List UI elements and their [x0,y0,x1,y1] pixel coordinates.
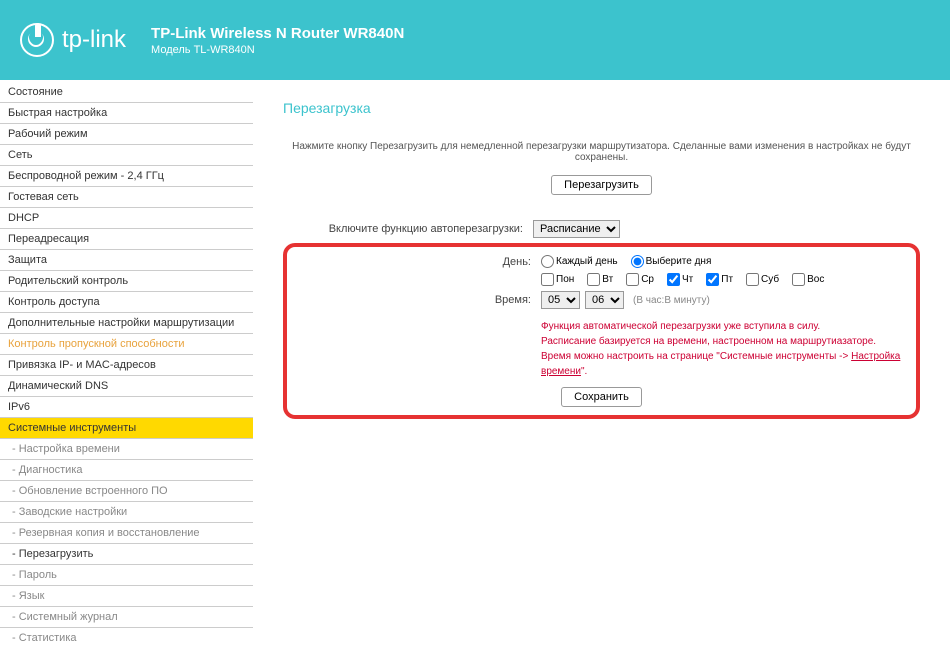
notice-line2: Расписание базируется на времени, настро… [541,334,912,349]
sidebar-item-access[interactable]: Контроль доступа [0,292,253,313]
sidebar-item-stats[interactable]: - Статистика [0,628,253,648]
day-mode-select-radio[interactable] [631,255,644,268]
sidebar-item-factory[interactable]: - Заводские настройки [0,502,253,523]
sidebar-item-system-tools[interactable]: Системные инструменты [0,418,253,439]
day-sun-label: Вос [807,274,824,285]
day-sat-checkbox[interactable] [746,273,759,286]
sidebar-item-network[interactable]: Сеть [0,145,253,166]
info-text: Нажмите кнопку Перезагрузить для немедле… [283,141,920,163]
day-tue-label: Вт [602,274,613,285]
sidebar-item-routing[interactable]: Дополнительные настройки маршрутизации [0,313,253,334]
sidebar-item-diagnostics[interactable]: - Диагностика [0,460,253,481]
day-mode-everyday-radio[interactable] [541,255,554,268]
time-hour-select[interactable]: 05 [541,291,580,309]
sidebar-item-backup[interactable]: - Резервная копия и восстановление [0,523,253,544]
sidebar-item-firmware[interactable]: - Обновление встроенного ПО [0,481,253,502]
sidebar-item-time[interactable]: - Настройка времени [0,439,253,460]
day-wed-label: Ср [641,274,654,285]
logo-icon [20,23,54,57]
sidebar-item-reboot[interactable]: - Перезагрузить [0,544,253,565]
notice-line1: Функция автоматической перезагрузки уже … [541,319,912,334]
day-thu-label: Чт [682,274,693,285]
sidebar-item-ipv6[interactable]: IPv6 [0,397,253,418]
day-sun-checkbox[interactable] [792,273,805,286]
notice-line3: Время можно настроить на странице "Систе… [541,349,912,379]
sidebar-item-syslog[interactable]: - Системный журнал [0,607,253,628]
notice-block: Функция автоматической перезагрузки уже … [541,319,912,379]
page-title: Перезагрузка [283,100,920,116]
sidebar: Состояние Быстрая настройка Рабочий режи… [0,80,253,648]
day-fri-checkbox[interactable] [706,273,719,286]
day-fri-label: Пт [721,274,733,285]
sidebar-item-ip-mac[interactable]: Привязка IP- и MAC-адресов [0,355,253,376]
sidebar-item-status[interactable]: Состояние [0,82,253,103]
sidebar-item-language[interactable]: - Язык [0,586,253,607]
day-mon-checkbox[interactable] [541,273,554,286]
sidebar-item-quick-setup[interactable]: Быстрая настройка [0,103,253,124]
day-thu-checkbox[interactable] [667,273,680,286]
logo: tp-link [20,23,126,57]
sidebar-item-dhcp[interactable]: DHCP [0,208,253,229]
content: Перезагрузка Нажмите кнопку Перезагрузит… [253,80,950,648]
autoreboot-select[interactable]: Расписание [533,220,620,238]
day-sat-label: Суб [761,274,779,285]
sidebar-item-wireless[interactable]: Беспроводной режим - 2,4 ГГц [0,166,253,187]
time-hint: (В час:В минуту) [633,295,710,306]
time-min-select[interactable]: 06 [585,291,624,309]
autoreboot-label: Включите функцию автоперезагрузки: [283,223,533,235]
sidebar-item-working-mode[interactable]: Рабочий режим [0,124,253,145]
sidebar-item-ddns[interactable]: Динамический DNS [0,376,253,397]
sidebar-item-bandwidth[interactable]: Контроль пропускной способности [0,334,253,355]
save-button[interactable]: Сохранить [561,387,642,407]
router-title: TP-Link Wireless N Router WR840N [151,25,404,42]
day-tue-checkbox[interactable] [587,273,600,286]
day-label: День: [291,256,541,268]
sidebar-item-guest[interactable]: Гостевая сеть [0,187,253,208]
day-wed-checkbox[interactable] [626,273,639,286]
router-model: Модель TL-WR840N [151,44,404,56]
sidebar-item-forwarding[interactable]: Переадресация [0,229,253,250]
time-label: Время: [291,294,541,306]
title-block: TP-Link Wireless N Router WR840N Модель … [151,25,404,56]
day-mode-everyday-label: Каждый день [556,256,618,267]
sidebar-item-parental[interactable]: Родительский контроль [0,271,253,292]
sidebar-item-security[interactable]: Защита [0,250,253,271]
header: tp-link TP-Link Wireless N Router WR840N… [0,0,950,80]
day-mon-label: Пон [556,274,574,285]
sidebar-item-password[interactable]: - Пароль [0,565,253,586]
brand-text: tp-link [62,26,126,54]
day-mode-select-label: Выберите дня [646,256,712,267]
reboot-button[interactable]: Перезагрузить [551,175,652,195]
schedule-box: День: Каждый день Выберите дня Пон Вт Ср… [283,243,920,419]
